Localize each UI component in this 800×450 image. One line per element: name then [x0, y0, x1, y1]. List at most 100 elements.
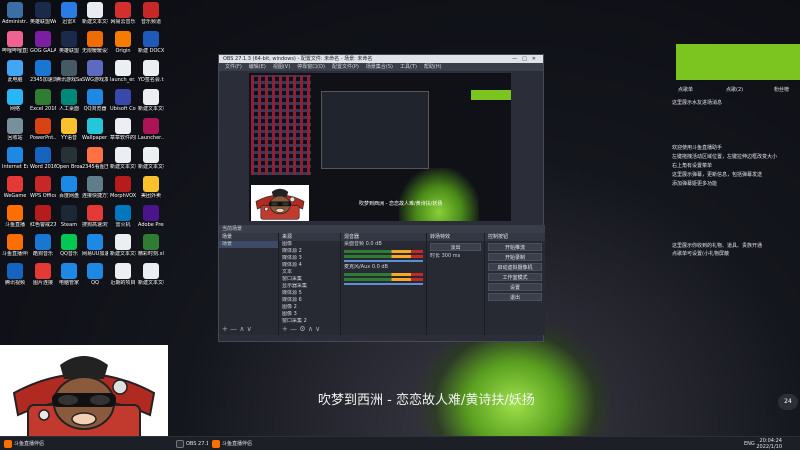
source-toolbar[interactable]: + — ⚙ ∧ ∨ — [282, 325, 320, 333]
desktop-icon[interactable]: 此电脑 — [2, 60, 28, 83]
desktop-icon[interactable]: 腾讯游戏SamPro助手 — [56, 60, 82, 83]
desktop-icon[interactable]: 2345看图王 — [82, 147, 108, 170]
desktop-icon[interactable]: Administr... — [2, 2, 28, 25]
menu-view[interactable]: 视图(V) — [273, 64, 290, 70]
scene-item[interactable]: 场景 — [219, 241, 278, 248]
desktop-icon[interactable]: 百度网盘 — [56, 176, 82, 199]
virtual-camera-button[interactable]: 启动虚拟摄像机 — [488, 263, 542, 271]
desktop-icon[interactable]: 电脑管家 — [56, 263, 82, 286]
settings-button[interactable]: 设置 — [488, 283, 542, 291]
tab-fan-ranking[interactable]: 粉丝榜 — [774, 86, 789, 93]
maximize-icon[interactable]: □ — [522, 56, 532, 62]
desktop-icon[interactable]: WeGame — [2, 176, 28, 199]
source-item[interactable]: 文本 — [279, 269, 340, 276]
desktop-icon[interactable]: 红色警戒2尤里的复仇 — [30, 205, 56, 228]
desktop-icon[interactable]: QQ音乐 — [56, 234, 82, 257]
volume-slider[interactable] — [344, 283, 423, 285]
desktop-icon[interactable]: 搜狗高速浏览器 — [82, 205, 108, 228]
obs-titlebar[interactable]: OBS 27.1.3 (64-bit, windows) - 配置文件: 未命名… — [219, 55, 543, 63]
desktop-icon[interactable]: Ubisoft Connect — [110, 89, 136, 112]
menu-profile[interactable]: 配置文件(P) — [332, 64, 359, 70]
desktop-icon[interactable]: 网络 — [2, 89, 28, 112]
source-item[interactable]: 媒体源 6 — [279, 297, 340, 304]
desktop-icon[interactable]: 酷狗音乐 — [30, 234, 56, 257]
obs-preview-canvas[interactable]: 吹梦到西洲 - 恋恋故人难/黄诗扶/妖扬 — [249, 73, 511, 221]
language-indicator[interactable]: ENG — [744, 439, 755, 449]
minimize-icon[interactable]: — — [512, 56, 522, 62]
desktop-icon[interactable]: QQ浏览器 — [82, 89, 108, 112]
tab-song-list[interactable]: 点歌单 — [678, 86, 693, 93]
taskbar-item-douyu[interactable]: 斗鱼直播伴侣 — [14, 439, 44, 449]
source-item[interactable]: 媒体源 3 — [279, 255, 340, 262]
desktop-icon[interactable]: 图片连接 — [30, 263, 56, 286]
desktop-icon[interactable]: 音乐频道 — [138, 2, 164, 25]
desktop-icon[interactable]: Internet Explorer — [2, 147, 28, 170]
desktop-icon[interactable]: 2345加速浏览器 — [30, 60, 56, 83]
desktop-icon[interactable]: 斗鱼直播伴侣 — [2, 234, 28, 257]
desktop-icon[interactable]: Origin — [110, 31, 136, 54]
desktop-icon[interactable]: 网易UU加速器 — [82, 234, 108, 257]
desktop-icon[interactable]: YD签名会.txt — [138, 60, 164, 83]
desktop-icon[interactable]: 腾讯视频 — [2, 263, 28, 286]
douyu-icon[interactable] — [4, 440, 12, 448]
close-icon[interactable]: ✕ — [532, 56, 541, 62]
obs-icon[interactable] — [176, 440, 184, 448]
menu-file[interactable]: 文件(F) — [225, 64, 242, 70]
obs-window[interactable]: OBS 27.1.3 (64-bit, windows) - 配置文件: 未命名… — [218, 54, 545, 342]
source-item[interactable]: 显示器采集 — [279, 283, 340, 290]
desktop-icon[interactable]: QQ — [82, 263, 108, 286]
desktop-icon[interactable]: 网易云音乐 — [110, 2, 136, 25]
menu-scene-collection[interactable]: 场景集合(S) — [366, 64, 393, 70]
source-item[interactable]: 媒体源 2 — [279, 248, 340, 255]
desktop-icon[interactable]: 雷火机 — [110, 205, 136, 228]
desktop-icon[interactable]: 连接快捷方式 — [82, 176, 108, 199]
source-item[interactable]: 图像 2 — [279, 304, 340, 311]
desktop-icon[interactable]: WPS Office — [30, 176, 56, 199]
volume-slider[interactable] — [344, 260, 423, 262]
desktop-icon[interactable]: 章章软件的所有程序.txt — [110, 118, 136, 141]
desktop-icon[interactable]: 人工桌面 — [56, 89, 82, 112]
source-item[interactable]: 窗口采集 2 — [279, 318, 340, 325]
desktop-icon[interactable]: 美团外卖 — [138, 176, 164, 199]
desktop-icon[interactable]: 哔哩哔哩直播姬工具 — [2, 31, 28, 54]
transition-duration[interactable]: 时长 300 ms — [427, 253, 484, 260]
desktop-icon[interactable]: 英雄联盟WeGame版 — [30, 2, 56, 25]
taskbar-item-douyu-2[interactable]: 斗鱼直播伴侣 — [222, 439, 252, 449]
source-item[interactable]: 媒体源 4 — [279, 262, 340, 269]
menu-help[interactable]: 帮助(H) — [424, 64, 442, 70]
desktop-icon[interactable]: 回收站 — [2, 118, 28, 141]
studio-mode-button[interactable]: 工作室模式 — [488, 273, 542, 281]
desktop-icon[interactable]: 新建文本文档 — [138, 263, 164, 286]
menu-docks[interactable]: 停靠窗口(D) — [297, 64, 325, 70]
desktop-icon[interactable]: 迅雷X — [56, 2, 82, 25]
desktop-icon[interactable]: 新建文本文档(2).txt — [110, 234, 136, 257]
notification-badge[interactable]: 24 — [778, 394, 798, 410]
transition-select[interactable]: 淡出 — [430, 243, 481, 251]
desktop-icon[interactable]: Adobe Premie... — [138, 205, 164, 228]
desktop-icon[interactable]: 无限暖暖设置 — [82, 31, 108, 54]
desktop-icon[interactable]: Launcher... — [138, 118, 164, 141]
desktop-icon[interactable]: 新建文本文档.txt — [82, 2, 108, 25]
desktop-icon[interactable]: Steam — [56, 205, 82, 228]
desktop-icon[interactable]: 新建文本文档(3).txt — [110, 147, 136, 170]
taskbar-item-obs[interactable]: OBS 27.1.3 (64-bit, windo... — [186, 439, 208, 449]
desktop-icon[interactable]: GOG GALAXY — [30, 31, 56, 54]
douyu-icon[interactable] — [212, 440, 220, 448]
start-recording-button[interactable]: 开始录制 — [488, 253, 542, 261]
desktop-icon[interactable]: SWG游戏发布器 — [82, 60, 108, 83]
desktop-icon[interactable]: YY语音 — [56, 118, 82, 141]
source-item[interactable]: 图像 3 — [279, 311, 340, 318]
desktop-icon[interactable]: 斗鱼直播 — [2, 205, 28, 228]
desktop-icon[interactable]: 英雄联盟 — [56, 31, 82, 54]
desktop-icon[interactable]: PowerPnt... — [30, 118, 56, 141]
desktop-icon[interactable]: Word 2016 — [30, 147, 56, 170]
system-clock[interactable]: 20:04:24 2022/1/10 — [756, 438, 782, 450]
start-streaming-button[interactable]: 开始推流 — [488, 243, 542, 251]
desktop-icon[interactable]: 新建文本文档(4).txt — [138, 89, 164, 112]
desktop-icon[interactable]: 新建文本文档.txt — [138, 147, 164, 170]
window-controls[interactable]: —□✕ — [512, 55, 541, 63]
tab-song-request[interactable]: 点歌(2) — [726, 86, 743, 93]
source-item[interactable]: 图像 — [279, 241, 340, 248]
menu-tools[interactable]: 工具(T) — [400, 64, 417, 70]
desktop-icon[interactable]: MorphVOX Pro — [110, 176, 136, 199]
